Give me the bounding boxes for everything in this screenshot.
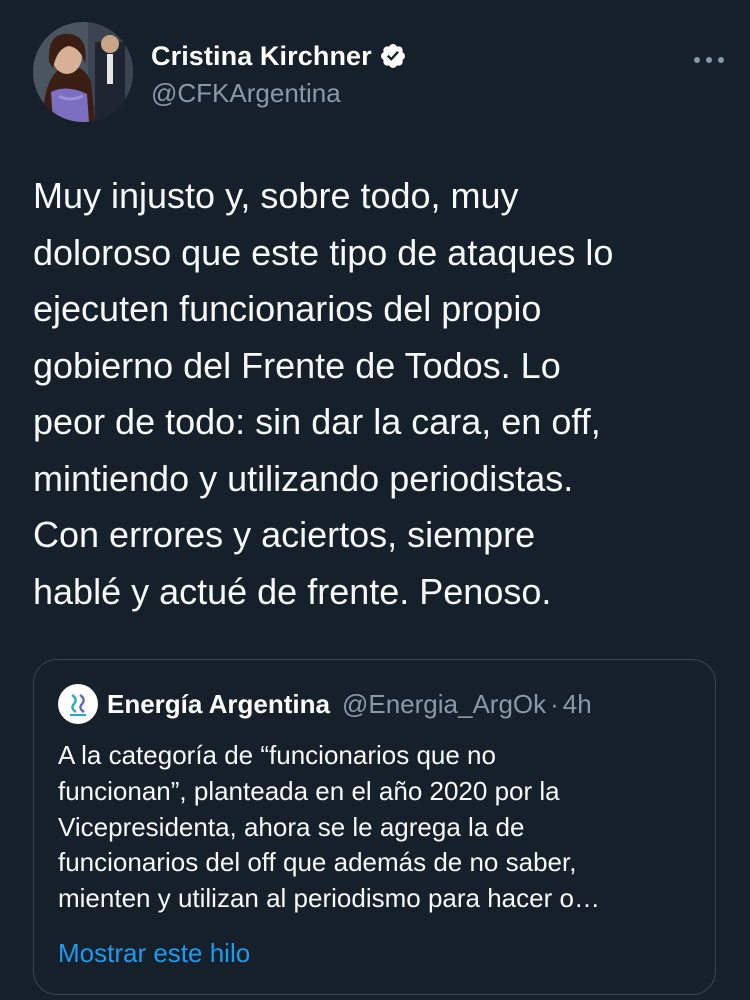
author-handle[interactable]: @CFKArgentina: [151, 78, 407, 109]
quoted-tweet-text: A la categoría de “funcionarios que no f…: [58, 740, 600, 914]
separator-dot: ·: [550, 688, 559, 719]
tweet-text: Muy injusto y, sobre todo, muy doloroso …: [33, 175, 614, 612]
author-info: Cristina Kirchner @CFKArgentina: [151, 38, 407, 109]
energia-argentina-logo-icon: [61, 687, 95, 721]
quoted-tweet-timestamp[interactable]: 4h: [563, 689, 592, 720]
show-thread-link[interactable]: Mostrar este hilo: [58, 938, 250, 969]
quoted-tweet-card[interactable]: Energía Argentina @Energia_ArgOk · 4h A …: [33, 659, 716, 995]
verified-badge-icon: [379, 42, 407, 70]
quoted-author-handle[interactable]: @Energia_ArgOk: [342, 689, 546, 720]
quoted-tweet-header: Energía Argentina @Energia_ArgOk · 4h: [58, 684, 592, 724]
quoted-author-avatar[interactable]: [58, 684, 98, 724]
quoted-author-display-name[interactable]: Energía Argentina: [107, 689, 330, 720]
tweet: Cristina Kirchner @CFKArgentina Muy inju…: [0, 0, 750, 1000]
more-options-icon[interactable]: [693, 52, 725, 63]
tweet-header: Cristina Kirchner @CFKArgentina: [33, 22, 725, 126]
author-display-name[interactable]: Cristina Kirchner: [151, 41, 372, 72]
author-avatar[interactable]: [33, 22, 133, 122]
